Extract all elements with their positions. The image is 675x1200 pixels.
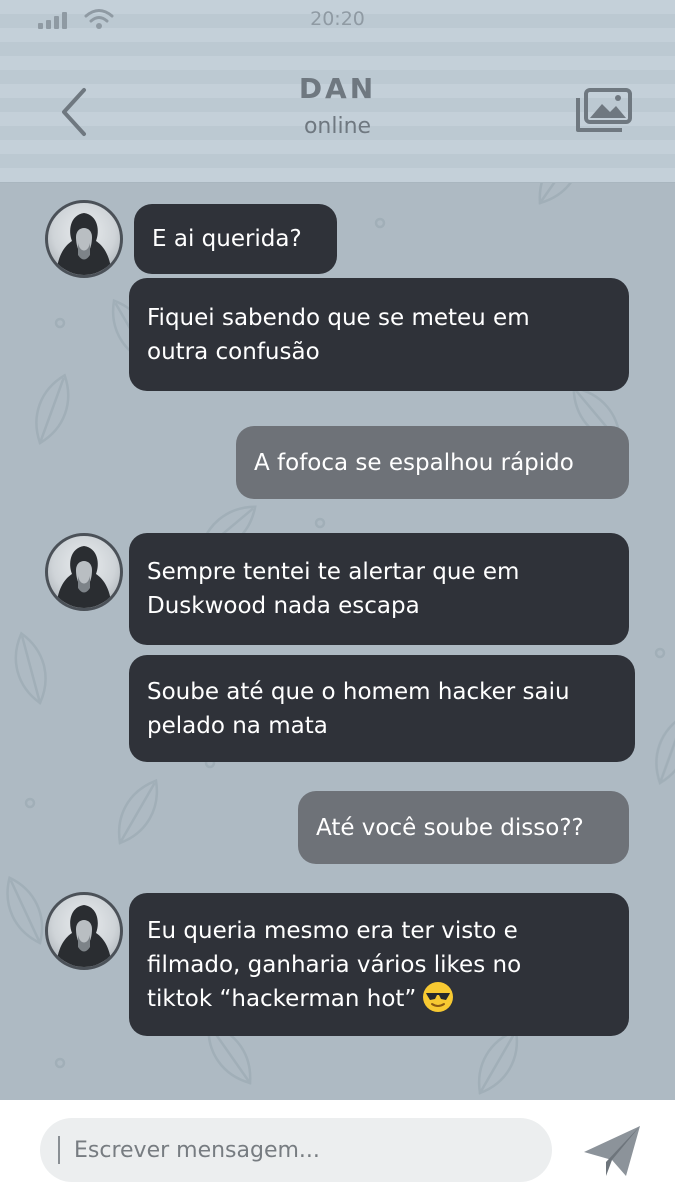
message-bubble-outgoing[interactable]: A fofoca se espalhou rápido: [236, 426, 629, 499]
message-bubble-incoming[interactable]: Soube até que o homem hacker saiu pelado …: [129, 655, 635, 762]
message-bubble-outgoing[interactable]: Até você soube disso??: [298, 791, 629, 864]
status-time: 20:20: [310, 8, 365, 30]
message-text: Eu queria mesmo era ter visto e filmado,…: [147, 917, 522, 1012]
hooded-figure-avatar-icon: [56, 213, 112, 275]
contact-avatar[interactable]: [45, 892, 123, 970]
paper-plane-icon: [584, 1126, 640, 1176]
text-cursor: [58, 1136, 60, 1164]
message-bubble-incoming[interactable]: E ai querida?: [134, 204, 337, 274]
status-bar: 20:20: [0, 0, 675, 40]
contact-avatar[interactable]: [45, 533, 123, 611]
gallery-icon: [576, 88, 632, 132]
hooded-figure-avatar-icon: [56, 905, 112, 967]
message-text: Até você soube disso??: [316, 814, 584, 841]
chat-header: 20:20 DAN online: [0, 0, 675, 183]
message-text: Sempre tentei te alertar que em Duskwood …: [147, 559, 520, 619]
hooded-figure-avatar-icon: [56, 546, 112, 608]
sunglasses-emoji-icon: [423, 982, 454, 1012]
message-text: Soube até que o homem hacker saiu pelado …: [147, 678, 570, 739]
chat-area[interactable]: E ai querida? Fiquei sabendo que se mete…: [0, 183, 675, 1100]
message-bubble-incoming[interactable]: Fiquei sabendo que se meteu em outra conf…: [129, 278, 629, 391]
message-text: A fofoca se espalhou rápido: [254, 449, 574, 476]
message-input[interactable]: [40, 1118, 552, 1182]
message-bubble-incoming[interactable]: Sempre tentei te alertar que em Duskwood …: [129, 533, 629, 645]
contact-avatar[interactable]: [45, 200, 123, 278]
message-bubble-incoming[interactable]: Eu queria mesmo era ter visto e filmado,…: [129, 893, 629, 1036]
message-text: E ai querida?: [152, 226, 302, 252]
message-composer: [0, 1100, 675, 1200]
send-button[interactable]: [580, 1122, 644, 1180]
gallery-button[interactable]: [574, 86, 634, 136]
message-text: Fiquei sabendo que se meteu em outra conf…: [147, 304, 530, 365]
